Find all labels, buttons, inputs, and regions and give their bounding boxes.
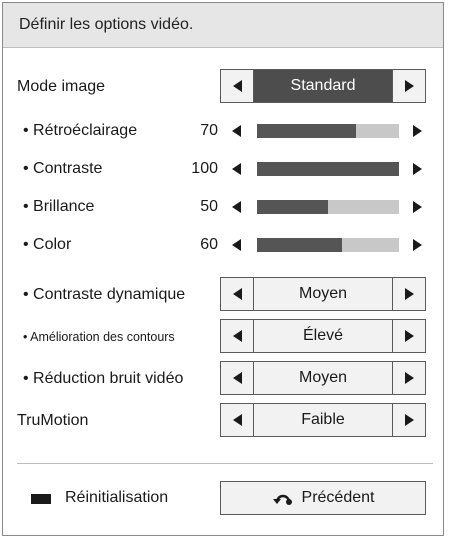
arrow-left-icon [232, 330, 242, 342]
arrow-left-icon [232, 80, 242, 92]
slider-fill [257, 162, 399, 176]
slider-color[interactable] [232, 238, 422, 252]
contraste-dynamique-selector[interactable]: Moyen [220, 277, 426, 311]
arrow-right-icon [404, 80, 414, 92]
slider-retroeclairage[interactable] [232, 124, 422, 138]
contraste-dynamique-label: • Contraste dynamique [23, 286, 186, 303]
mode-image-next-button[interactable] [392, 70, 425, 102]
contraste-dynamique-prev-button[interactable] [221, 278, 254, 310]
red-key-icon [31, 494, 51, 504]
arrow-right-icon[interactable] [413, 239, 422, 251]
amelioration-contours-label: • Amélioration des contours [23, 330, 175, 344]
arrow-left-icon[interactable] [232, 163, 241, 175]
arrow-right-icon[interactable] [413, 201, 422, 213]
arrow-left-icon[interactable] [232, 125, 241, 137]
divider [17, 463, 433, 464]
reduction-bruit-next-button[interactable] [392, 362, 425, 394]
arrow-right-icon[interactable] [413, 163, 422, 175]
amelioration-contours-selector[interactable]: Élevé [220, 319, 426, 353]
back-button[interactable]: Précédent [220, 481, 426, 515]
slider-fill [257, 200, 328, 214]
arrow-right-icon [404, 288, 414, 300]
slider-value-retroeclairage: 70 [200, 122, 218, 139]
mode-image-selector[interactable]: Standard [220, 69, 426, 103]
contraste-dynamique-next-button[interactable] [392, 278, 425, 310]
mode-image-prev-button[interactable] [221, 70, 254, 102]
video-options-panel: Définir les options vidéo. Mode image St… [2, 2, 444, 536]
slider-value-color: 60 [200, 236, 218, 253]
reduction-bruit-value: Moyen [298, 369, 348, 386]
arrow-left-icon [232, 288, 242, 300]
mode-image-value: Standard [254, 70, 392, 102]
slider-track[interactable] [257, 238, 399, 252]
amelioration-contours-next-button[interactable] [392, 320, 425, 352]
slider-value-brillance: 50 [200, 198, 218, 215]
slider-track[interactable] [257, 200, 399, 214]
reset-label: Réinitialisation [65, 489, 169, 506]
slider-label-color: • Color [23, 236, 72, 253]
slider-track[interactable] [257, 162, 399, 176]
reduction-bruit-selector[interactable]: Moyen [220, 361, 426, 395]
trumotion-selector[interactable]: Faible [220, 403, 426, 437]
arrow-right-icon [404, 414, 414, 426]
arrow-right-icon [404, 372, 414, 384]
amelioration-contours-prev-button[interactable] [221, 320, 254, 352]
reduction-bruit-prev-button[interactable] [221, 362, 254, 394]
trumotion-prev-button[interactable] [221, 404, 254, 436]
trumotion-value: Faible [301, 411, 345, 428]
arrow-right-icon[interactable] [413, 125, 422, 137]
return-icon [272, 494, 292, 505]
slider-value-contraste: 100 [191, 160, 218, 177]
trumotion-next-button[interactable] [392, 404, 425, 436]
back-label: Précédent [301, 489, 375, 506]
slider-contraste[interactable] [232, 162, 422, 176]
slider-brillance[interactable] [232, 200, 422, 214]
slider-fill [257, 124, 357, 138]
panel-header: Définir les options vidéo. [3, 3, 443, 48]
slider-track[interactable] [257, 124, 399, 138]
arrow-left-icon[interactable] [232, 201, 241, 213]
contraste-dynamique-value: Moyen [298, 285, 348, 302]
slider-label-contraste: • Contraste [23, 160, 103, 177]
mode-image-label: Mode image [17, 78, 106, 95]
slider-label-retroeclairage: • Rétroéclairage [23, 122, 138, 139]
arrow-left-icon[interactable] [232, 239, 241, 251]
arrow-left-icon [232, 372, 242, 384]
arrow-left-icon [232, 414, 242, 426]
page-title: Définir les options vidéo. [19, 16, 194, 33]
reduction-bruit-label: • Réduction bruit vidéo [23, 370, 184, 387]
arrow-right-icon [404, 330, 414, 342]
slider-fill [257, 238, 343, 252]
amelioration-contours-value: Élevé [302, 327, 344, 344]
trumotion-label: TruMotion [17, 412, 89, 429]
slider-label-brillance: • Brillance [23, 198, 95, 215]
